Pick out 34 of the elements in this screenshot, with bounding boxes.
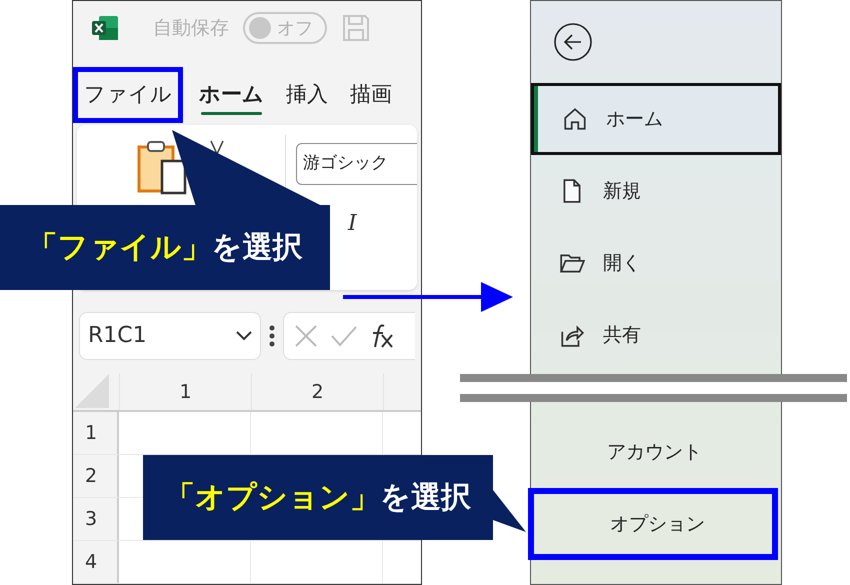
italic-button[interactable]: I	[348, 207, 357, 240]
ribbon-tab[interactable]: ファイル	[73, 67, 183, 123]
row-header[interactable]: 3	[73, 498, 119, 540]
column-header[interactable]: 1	[119, 374, 251, 410]
name-box[interactable]: R1C1	[79, 312, 261, 360]
autosave-label: 自動保存	[153, 16, 229, 41]
paste-icon[interactable]	[136, 139, 188, 195]
column-header[interactable]: 2	[251, 374, 383, 410]
menu-item[interactable]: 新規	[531, 155, 781, 227]
ribbon-tab[interactable]: 描画	[344, 67, 398, 123]
cancel-icon[interactable]	[294, 324, 318, 348]
back-icon[interactable]	[553, 22, 593, 62]
function-icon[interactable]	[370, 322, 394, 349]
callout-text: 「オプション」を選択	[165, 479, 471, 517]
row-header[interactable]: 2	[73, 455, 119, 497]
font-name-field[interactable]: 游ゴシック	[296, 143, 417, 185]
more-icon[interactable]	[269, 324, 275, 347]
menu-item[interactable]: 共有	[531, 299, 781, 371]
excel-logo-icon	[91, 15, 119, 42]
ribbon-tab[interactable]: 挿入	[280, 67, 334, 123]
formula-field[interactable]	[283, 312, 415, 360]
row-header[interactable]: 4	[73, 541, 119, 583]
menu-item[interactable]: オプション	[528, 488, 778, 560]
arrow-icon	[343, 282, 513, 312]
save-icon[interactable]	[341, 13, 371, 44]
home-icon	[562, 106, 588, 132]
menu-item[interactable]: ホーム	[531, 83, 781, 155]
chevron-down-icon	[236, 330, 252, 341]
callout-text: 「ファイル」を選択	[28, 229, 302, 267]
row-header[interactable]: 1	[73, 412, 119, 454]
menu-item[interactable]: アカウント	[531, 416, 781, 488]
ribbon-tab[interactable]: ホーム	[193, 67, 270, 123]
menu-item[interactable]: 開く	[531, 227, 781, 299]
check-icon[interactable]	[330, 324, 358, 347]
